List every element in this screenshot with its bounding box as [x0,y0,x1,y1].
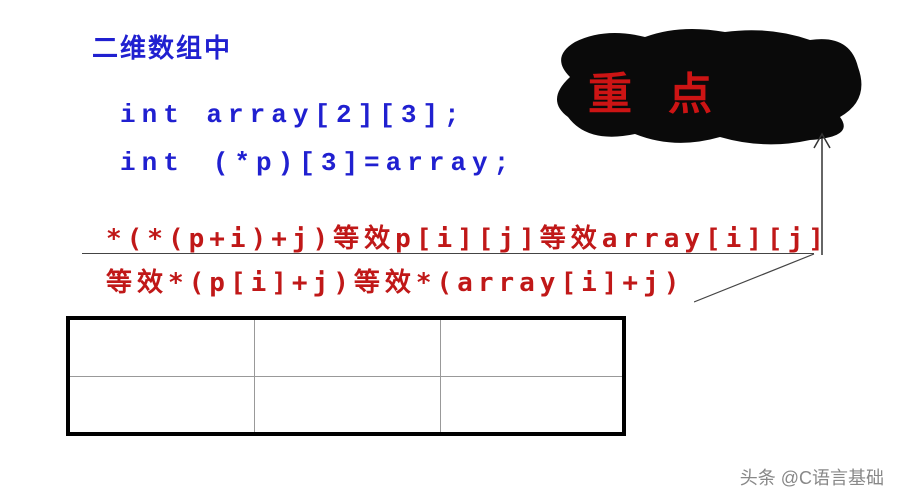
array-grid-2x3 [66,316,626,436]
grid-hline [70,376,622,377]
code-keyword-int: int [120,148,185,178]
code-declaration-array: int array[2][3]; [120,100,466,130]
grid-vline [254,320,255,432]
watermark-text: 头条 @C语言基础 [740,464,884,490]
code-pointer-expr: (*p)[3]=array; [213,148,515,178]
equivalence-expression-2: 等效*(p[i]+j)等效*(array[i]+j) [106,262,684,299]
emphasis-label: 重点 [588,58,748,122]
equivalence-expression-1: *(*(p+i)+j)等效p[i][j]等效array[i][j] [106,218,829,255]
arrow-diagonal-icon [694,253,844,303]
code-declaration-pointer: int (*p)[3]=array; [120,148,515,178]
grid-vline [440,320,441,432]
section-title: 二维数组中 [92,28,232,65]
